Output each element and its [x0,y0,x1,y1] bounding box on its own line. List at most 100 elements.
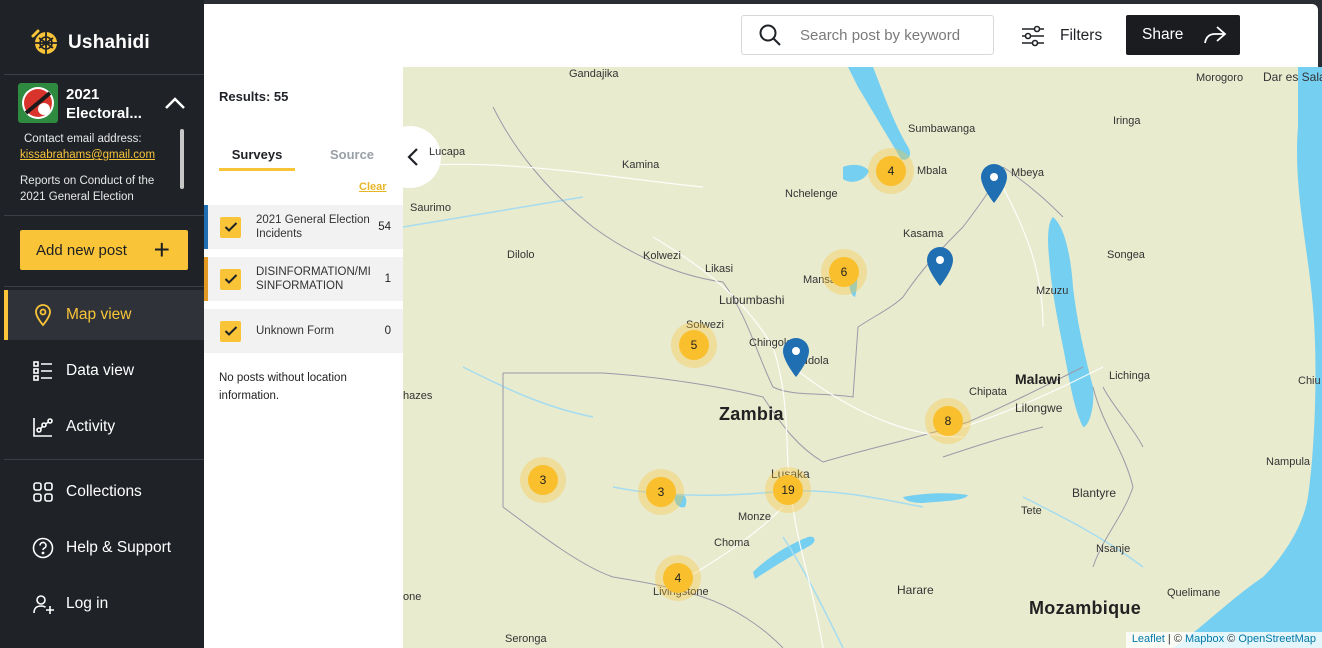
place-label: Chiu [1298,375,1321,387]
clear-filters-link[interactable]: Clear [359,181,387,193]
search-box[interactable] [741,15,994,55]
deployment-summary: Reports on Conduct of the 2021 General E… [20,175,155,203]
panel-tabs: Surveys Source [219,147,399,171]
cluster-count: 4 [876,156,906,186]
map-basemap [403,67,1322,648]
attribution-separator: | © [1164,633,1185,645]
chevron-left-icon [407,148,418,166]
tab-source[interactable]: Source [314,147,390,162]
nav-label: Activity [66,418,116,435]
contact-label: Contact email address: [24,133,142,145]
search-input[interactable] [800,26,980,44]
sliders-icon [1022,25,1044,47]
nav-data-view[interactable]: Data view [4,346,204,396]
survey-color-bar [204,205,208,249]
cluster-marker[interactable]: 4 [868,148,914,194]
cluster-marker[interactable]: 5 [671,322,717,368]
place-label: Nchelenge [785,188,838,200]
place-label: one [403,591,422,603]
checkbox-checked-icon[interactable] [220,320,241,342]
survey-item[interactable]: DISINFORMATION/MISINFORMATION 1 [204,257,403,301]
cluster-count: 3 [646,477,676,507]
no-location-note: No posts without location information. [219,372,347,402]
grid-icon [30,479,56,505]
place-label: Morogoro [1196,72,1244,84]
add-new-post-button[interactable]: Add new post + [20,230,188,270]
cluster-marker[interactable]: 6 [821,249,867,295]
cluster-count: 5 [679,330,709,360]
place-label: Lichinga [1109,370,1150,382]
survey-color-bar [204,257,208,301]
place-label: Chipata [969,386,1007,398]
checkbox-checked-icon[interactable] [220,268,241,290]
cluster-marker[interactable]: 3 [520,457,566,503]
place-label: Saurimo [410,202,451,214]
place-label: Quelimane [1167,587,1221,599]
survey-count: 1 [384,273,391,285]
ushahidi-logo-icon [31,29,57,54]
share-label: Share [1142,26,1184,43]
map-pin-icon[interactable] [925,245,955,287]
mapbox-link[interactable]: Mapbox [1185,633,1224,645]
nav-label: Map view [66,306,132,323]
sidebar: Ushahidi 2021 Electoral... Contact email… [0,0,204,648]
map-pin-icon[interactable] [781,336,811,378]
nav-activity[interactable]: Activity [4,402,204,452]
place-label: Kasama [903,228,944,240]
deployment-description: Contact email address: kissabrahams@gmai… [20,131,170,205]
filters-button[interactable]: Filters [1020,24,1102,48]
deployment-title: 2021 Electoral... [66,86,142,122]
country-label: Zambia [719,404,784,424]
place-label: Kamina [622,159,660,171]
nav-collections[interactable]: Collections [4,467,204,517]
brand[interactable]: Ushahidi [30,28,150,58]
checkbox-checked-icon[interactable] [220,216,241,238]
country-label: Mozambique [1029,598,1142,618]
chevron-up-icon[interactable] [164,95,186,111]
map-attribution: Leaflet | © Mapbox © OpenStreetMap [1125,632,1322,648]
place-label: Iringa [1113,115,1141,127]
nav-divider [4,459,204,460]
cluster-count: 6 [829,257,859,287]
map-pin-icon[interactable] [979,162,1009,204]
nav-help-support[interactable]: Help & Support [4,523,204,573]
leaflet-link[interactable]: Leaflet [1132,633,1165,645]
share-button[interactable]: Share [1126,15,1240,55]
cluster-marker[interactable]: 8 [925,398,971,444]
nav-map-view[interactable]: Map view [4,290,204,340]
survey-name: 2021 General Election Incidents [256,214,370,240]
place-label: Gandajika [569,68,619,80]
place-label: Mbeya [1011,167,1045,179]
location-pin-icon [30,302,56,328]
place-label: Tete [1021,505,1042,517]
place-label: Choma [714,537,750,549]
map-view[interactable]: Gandajika Lucapa Kamina Saurimo Dilolo K… [403,67,1322,648]
contact-email-link[interactable]: kissabrahams@gmail.com [20,147,170,163]
country-label: Malawi [1015,371,1061,387]
cluster-marker[interactable]: 19 [765,467,811,513]
place-label: Kolwezi [643,250,681,262]
cluster-marker[interactable]: 4 [655,555,701,601]
search-icon [759,24,781,46]
nav-log-in[interactable]: Log in [4,579,204,629]
survey-count: 54 [378,221,391,233]
openstreetmap-link[interactable]: OpenStreetMap [1238,633,1316,645]
user-add-icon [30,591,56,617]
place-label: Lubumbashi [719,293,785,307]
list-icon [30,358,56,384]
place-label: Mbala [917,165,947,177]
cluster-marker[interactable]: 3 [638,469,684,515]
survey-name: Unknown Form [256,325,334,337]
tab-surveys[interactable]: Surveys [219,147,295,171]
place-label: Nsanje [1096,543,1131,555]
place-label: Harare [897,583,934,597]
survey-count: 0 [384,325,391,337]
place-label: Seronga [505,633,547,645]
place-label: Lilongwe [1015,401,1063,415]
nav-label: Log in [66,595,109,612]
description-scrollbar[interactable] [180,129,184,189]
top-header: Filters Share [204,4,1318,67]
survey-item[interactable]: Unknown Form 0 [204,309,403,353]
place-label: Monze [738,511,772,523]
survey-item[interactable]: 2021 General Election Incidents 54 [204,205,403,249]
